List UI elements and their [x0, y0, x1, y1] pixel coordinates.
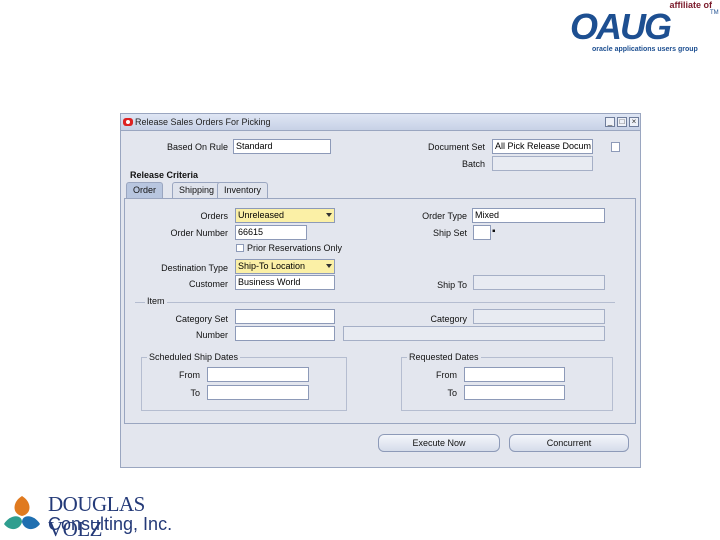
orders-select[interactable]: Unreleased: [235, 208, 335, 223]
dv-consulting-text: Consulting, Inc.: [48, 514, 173, 534]
requested-dates-group: [401, 357, 613, 411]
requested-from-label: From: [436, 370, 457, 380]
scheduled-ship-dates-group: [141, 357, 347, 411]
batch-label: Batch: [461, 159, 485, 169]
ship-to-date-label: To: [190, 388, 200, 398]
prior-reservations-label: Prior Reservations Only: [247, 243, 343, 253]
release-criteria-title: Release Criteria: [130, 170, 199, 180]
batch-field[interactable]: [492, 156, 593, 171]
scheduled-ship-dates-label: Scheduled Ship Dates: [147, 352, 241, 362]
oaug-tagline: oracle applications users group: [592, 46, 698, 53]
requested-date-to-field[interactable]: [464, 385, 565, 400]
ship-date-to-field[interactable]: [207, 385, 309, 400]
ship-to-field[interactable]: [473, 275, 605, 290]
chevron-down-icon: [326, 264, 332, 268]
oracle-app-icon: [123, 118, 133, 126]
requested-dates-label: Requested Dates: [407, 352, 481, 362]
window-titlebar[interactable]: Release Sales Orders For Picking _ □ ×: [121, 114, 640, 131]
oaug-logo: affiliate of OAUG TM oracle applications…: [568, 0, 719, 55]
orders-label: Orders: [200, 211, 228, 221]
based-on-rule-label: Based On Rule: [166, 142, 228, 152]
item-description-field[interactable]: [343, 326, 605, 341]
close-button[interactable]: ×: [629, 117, 639, 127]
number-label: Number: [195, 330, 228, 340]
ship-set-label: Ship Set: [432, 228, 467, 238]
based-on-rule-field[interactable]: Standard: [233, 139, 331, 154]
ship-date-from-field[interactable]: [207, 367, 309, 382]
requested-to-label: To: [447, 388, 457, 398]
item-group-divider: [135, 302, 615, 303]
window-title: Release Sales Orders For Picking: [135, 117, 271, 127]
concurrent-button[interactable]: Concurrent: [509, 434, 629, 452]
requested-date-from-field[interactable]: [464, 367, 565, 382]
document-set-lov-button[interactable]: [611, 142, 620, 152]
oaug-trademark: TM: [710, 10, 719, 16]
oaug-affiliate-text: affiliate of: [669, 0, 712, 10]
douglas-volz-logo: DOUGLAS VOLZ Consulting, Inc.: [0, 490, 200, 540]
customer-label: Customer: [188, 279, 228, 289]
order-number-field[interactable]: 66615: [235, 225, 307, 240]
order-type-field[interactable]: Mixed: [472, 208, 605, 223]
release-sales-orders-window: Release Sales Orders For Picking _ □ × B…: [120, 113, 641, 468]
ship-to-label: Ship To: [437, 280, 467, 290]
tab-inventory[interactable]: Inventory: [217, 182, 269, 198]
document-set-field[interactable]: All Pick Release Docum: [492, 139, 593, 154]
destination-type-label: Destination Type: [161, 263, 228, 273]
douglas-volz-mark-icon: [4, 496, 40, 530]
document-set-label: Document Set: [427, 142, 485, 152]
tab-order[interactable]: Order: [126, 182, 164, 198]
customer-field[interactable]: Business World: [235, 275, 335, 290]
chevron-down-icon: [326, 213, 332, 217]
minimize-button[interactable]: _: [605, 117, 615, 127]
item-group-label: Item: [145, 296, 167, 306]
maximize-button[interactable]: □: [617, 117, 627, 127]
tab-shipping[interactable]: Shipping: [172, 182, 222, 198]
prior-reservations-checkbox[interactable]: [236, 244, 244, 252]
item-number-field[interactable]: [235, 326, 335, 341]
category-field[interactable]: [473, 309, 605, 324]
ship-set-lov-icon[interactable]: ▪: [492, 226, 496, 237]
order-type-label: Order Type: [422, 211, 467, 221]
order-number-label: Order Number: [170, 228, 228, 238]
ship-set-field[interactable]: [473, 225, 491, 240]
execute-now-button[interactable]: Execute Now: [378, 434, 500, 452]
destination-type-select[interactable]: Ship-To Location: [235, 259, 335, 274]
orders-value: Unreleased: [238, 210, 285, 220]
category-set-label: Category Set: [175, 314, 228, 324]
category-label: Category: [430, 314, 467, 324]
ship-from-label: From: [179, 370, 200, 380]
category-set-field[interactable]: [235, 309, 335, 324]
oaug-wordmark: OAUG: [570, 6, 672, 47]
destination-type-value: Ship-To Location: [238, 261, 306, 271]
